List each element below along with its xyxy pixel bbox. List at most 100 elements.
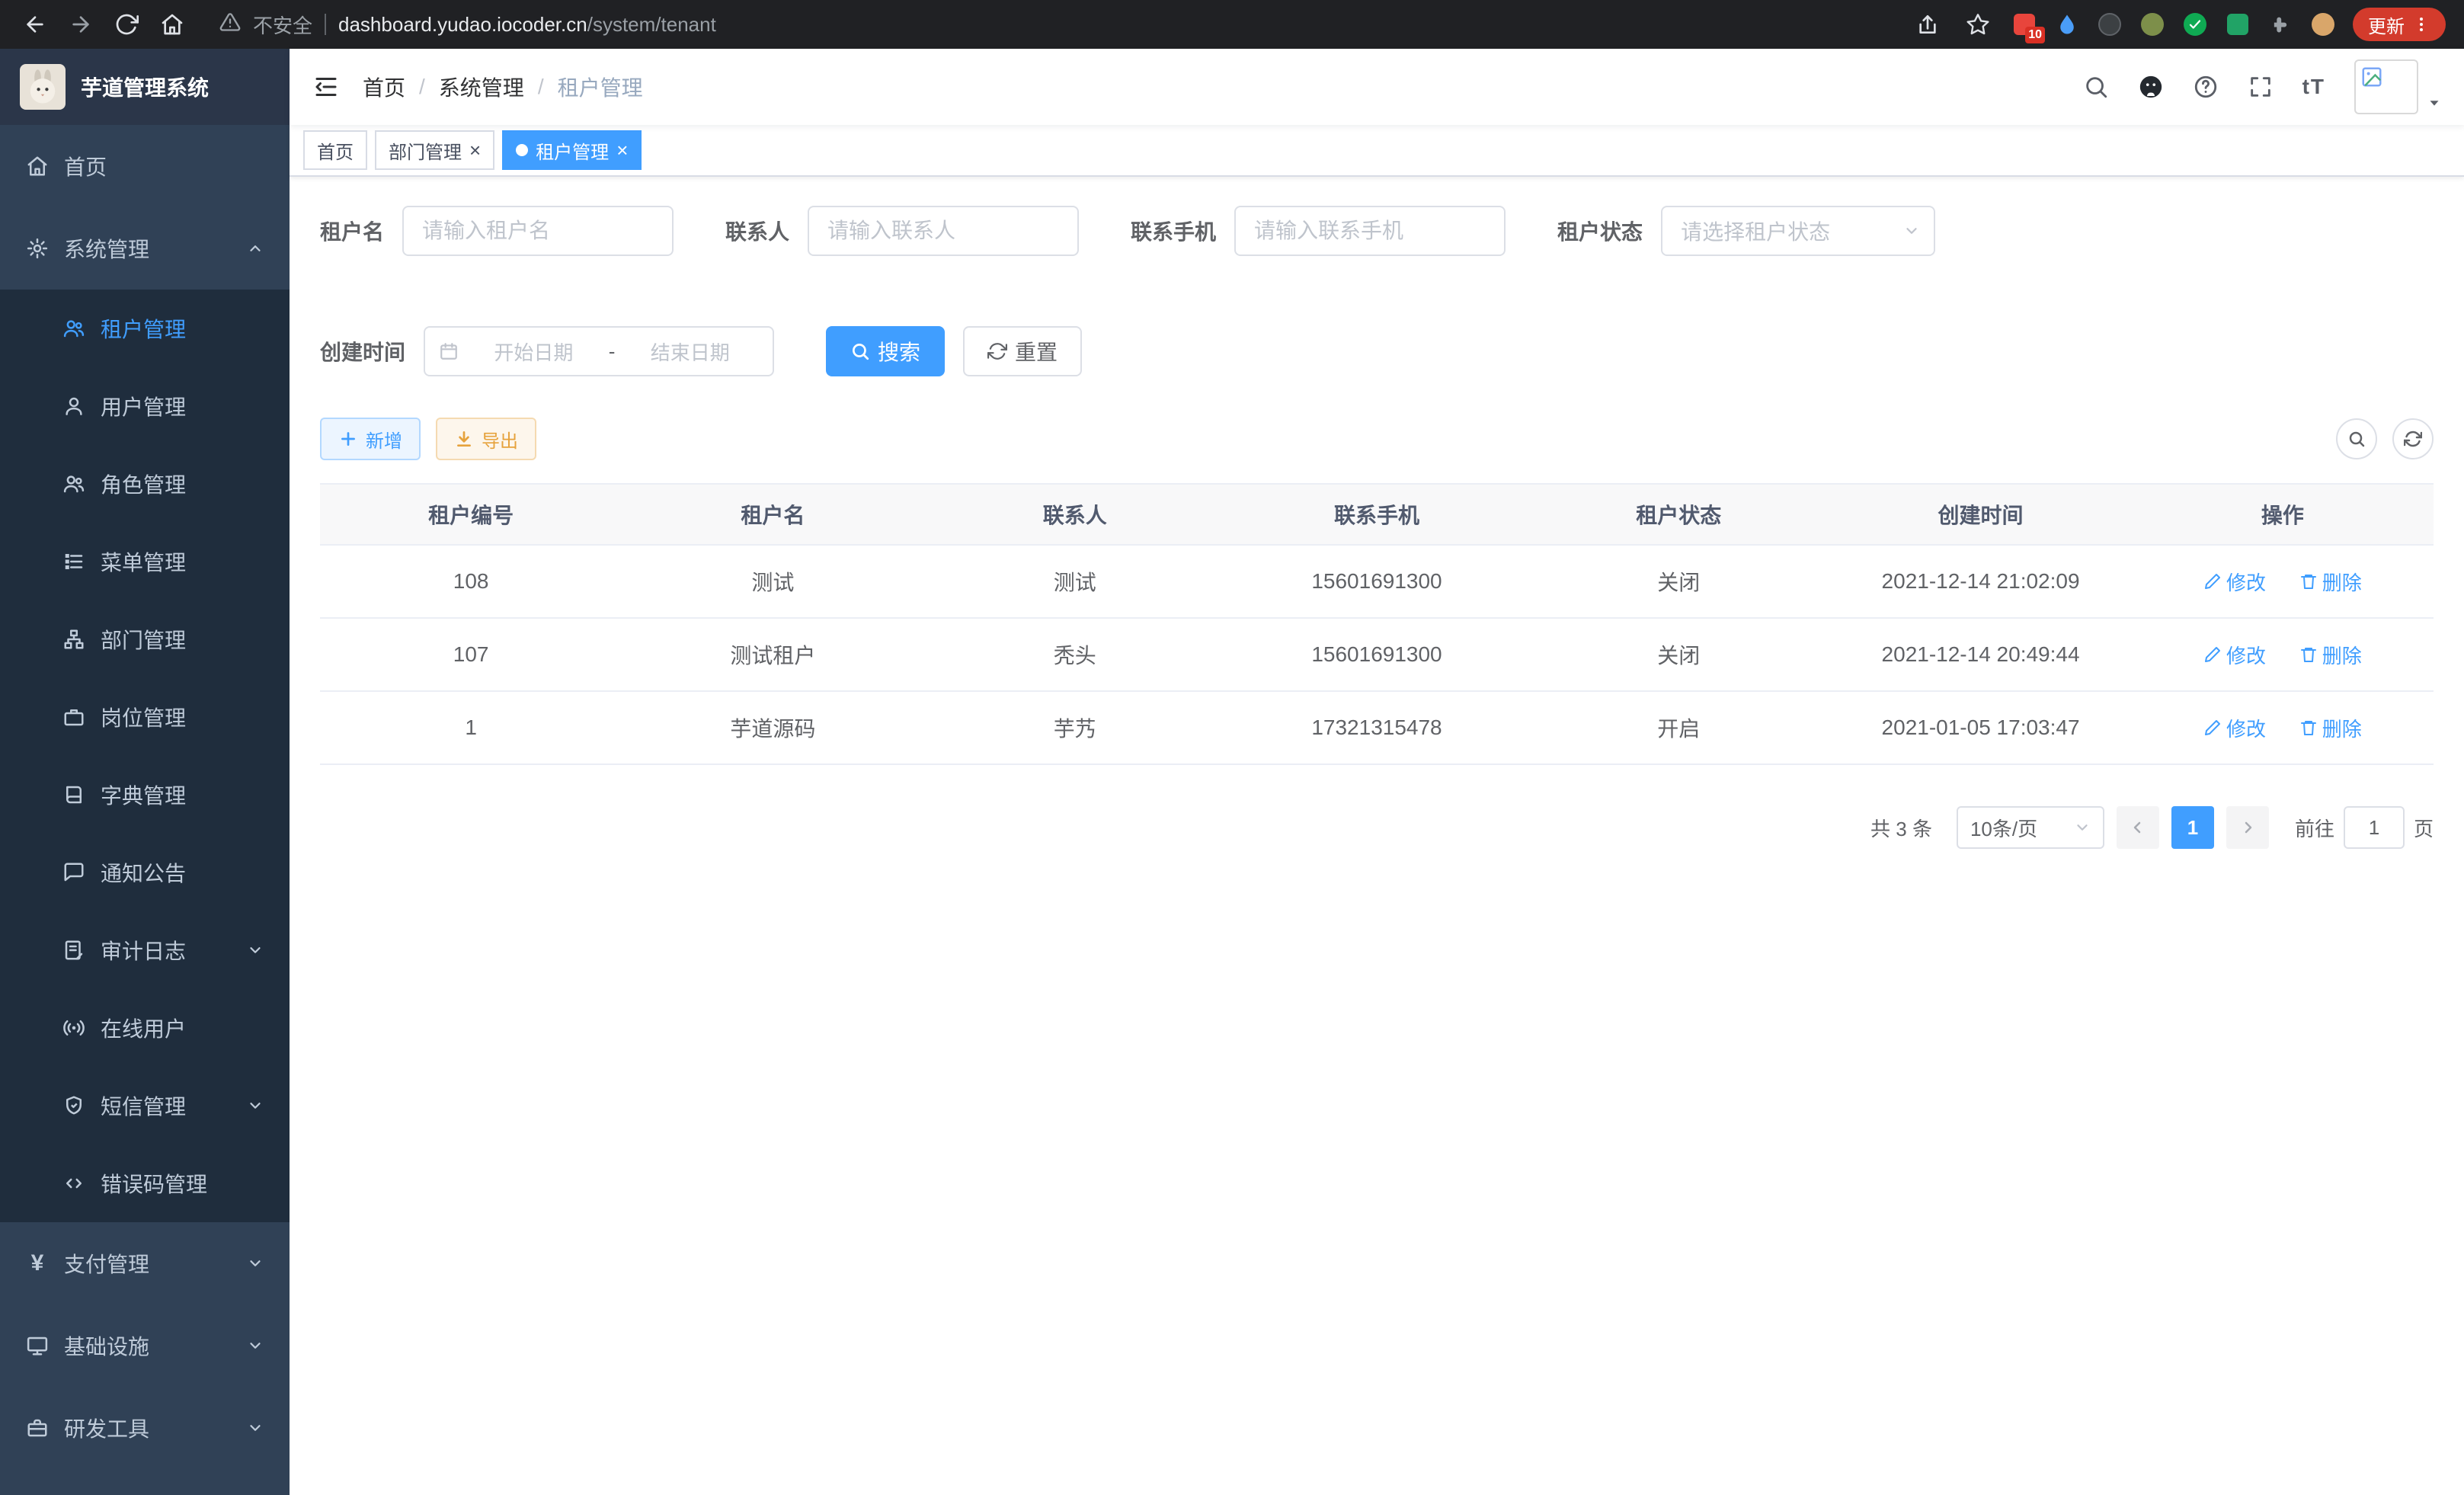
phone-input[interactable] [1234,206,1506,256]
sidebar-item-label: 部门管理 [101,624,186,655]
url-text[interactable]: dashboard.yudao.iocoder.cn/system/tenant [338,13,716,37]
security-label[interactable]: 不安全 [253,11,312,39]
forward-icon[interactable] [61,5,101,44]
sidebar: 芋道管理系统 首页 系统管理 租户管理 [0,49,290,1495]
profile-avatar-icon[interactable] [2310,11,2336,37]
status-select[interactable]: 请选择租户状态 [1661,206,1935,256]
sidebar-item-dept-management[interactable]: 部门管理 [0,600,290,678]
page-unit-label: 页 [2414,814,2434,842]
sidebar-item-notice[interactable]: 通知公告 [0,834,290,911]
delete-label: 删除 [2322,641,2362,669]
sidebar-item-devtools[interactable]: 研发工具 [0,1387,290,1469]
help-icon[interactable] [2193,74,2219,100]
sidebar-item-user-management[interactable]: 用户管理 [0,367,290,445]
edit-button[interactable]: 修改 [2203,568,2266,596]
sidebar-item-errorcode-management[interactable]: 错误码管理 [0,1144,290,1222]
cell-phone: 17321315478 [1226,691,1528,764]
edit-button[interactable]: 修改 [2203,714,2266,742]
tab-tenant-management[interactable]: 租户管理× [502,130,642,170]
cell-created-at: 2021-12-14 21:02:09 [1829,545,2131,618]
sidebar-item-payment[interactable]: ¥ 支付管理 [0,1222,290,1305]
close-icon[interactable]: × [469,140,481,160]
url-bar[interactable]: 不安全 dashboard.yudao.iocoder.cn/system/te… [198,11,1905,39]
tenant-name-input[interactable] [402,206,674,256]
sidebar-item-menu-management[interactable]: 菜单管理 [0,523,290,600]
pencil-icon [2203,719,2222,737]
sidebar-item-audit-log[interactable]: 审计日志 [0,911,290,989]
back-icon[interactable] [15,5,55,44]
update-button[interactable]: 更新 [2353,8,2446,41]
bookmark-star-icon[interactable] [1961,8,1995,41]
chevron-down-icon [247,1420,264,1436]
browser-home-icon[interactable] [152,5,192,44]
toggle-search-button[interactable] [2336,418,2377,459]
hamburger-icon[interactable] [290,73,363,101]
reload-icon[interactable] [107,5,146,44]
delete-label: 删除 [2322,568,2362,596]
sidebar-item-sms-management[interactable]: 短信管理 [0,1067,290,1144]
avatar[interactable] [2354,59,2418,114]
sidebar-menu: 首页 系统管理 租户管理 用户管理 [0,125,290,1495]
extensions-puzzle-icon[interactable] [2267,11,2293,37]
sidebar-item-label: 研发工具 [64,1413,149,1443]
export-button[interactable]: 导出 [436,418,536,460]
extension-icon-6[interactable] [2225,11,2251,37]
goto-page-input[interactable] [2344,806,2405,849]
logo[interactable]: 芋道管理系统 [0,49,290,125]
field-label: 租户状态 [1557,216,1643,246]
sidebar-item-post-management[interactable]: 岗位管理 [0,678,290,756]
delete-button[interactable]: 删除 [2299,714,2362,742]
extension-icon-5[interactable] [2182,11,2208,37]
sidebar-item-role-management[interactable]: 角色管理 [0,445,290,523]
table-row: 1 芋道源码 芋艿 17321315478 开启 2021-01-05 17:0… [320,691,2434,764]
next-page-button[interactable] [2226,806,2269,849]
sidebar-item-online-users[interactable]: 在线用户 [0,989,290,1067]
github-icon[interactable] [2138,74,2164,100]
navbar: 首页 / 系统管理 / 租户管理 tT [290,49,2464,125]
delete-button[interactable]: 删除 [2299,641,2362,669]
prev-page-button[interactable] [2117,806,2159,849]
cell-status: 关闭 [1528,545,1829,618]
chevron-down-icon [247,1097,264,1114]
extension-icon-4[interactable] [2139,11,2165,37]
reset-button[interactable]: 重置 [963,326,1082,376]
sidebar-item-label: 菜单管理 [101,546,186,577]
table-toolbar: 新增 导出 [320,418,2434,460]
sidebar-item-infrastructure[interactable]: 基础设施 [0,1305,290,1387]
refresh-table-button[interactable] [2392,418,2434,459]
date-range-picker[interactable]: 开始日期 - 结束日期 [424,326,774,376]
caret-down-icon[interactable] [2426,94,2443,114]
extension-icon-3[interactable] [2097,11,2123,37]
sidebar-item-label: 审计日志 [101,935,186,965]
navbar-actions: tT [2083,59,2464,114]
sidebar-item-system[interactable]: 系统管理 [0,207,290,290]
contact-input[interactable] [808,206,1079,256]
delete-button[interactable]: 删除 [2299,568,2362,596]
share-icon[interactable] [1911,8,1944,41]
field-label: 联系手机 [1131,216,1216,246]
extension-icon-1[interactable]: 10 [2011,11,2037,37]
tab-dept-management[interactable]: 部门管理 × [375,130,494,170]
page-number-current[interactable]: 1 [2171,806,2214,849]
add-button[interactable]: 新增 [320,418,421,460]
extension-icon-2[interactable] [2054,11,2080,37]
breadcrumb-home[interactable]: 首页 [363,72,405,102]
page-size-select[interactable]: 10条/页 [1957,806,2104,849]
fullscreen-icon[interactable] [2248,74,2274,100]
tab-home[interactable]: 首页 [303,130,367,170]
trash-icon [2299,719,2318,737]
close-icon[interactable]: × [616,140,628,160]
tab-label: 部门管理 [389,137,462,164]
sidebar-item-dict-management[interactable]: 字典管理 [0,756,290,834]
search-icon[interactable] [2083,74,2109,100]
breadcrumb-system[interactable]: 系统管理 [439,72,524,102]
user-menu[interactable] [2354,59,2443,114]
delete-label: 删除 [2322,714,2362,742]
edit-button[interactable]: 修改 [2203,641,2266,669]
sidebar-item-tenant-management[interactable]: 租户管理 [0,290,290,367]
search-button[interactable]: 搜索 [826,326,945,376]
font-size-icon[interactable]: tT [2302,75,2325,99]
plus-icon [338,429,358,449]
sidebar-item-label: 系统管理 [64,233,149,264]
sidebar-item-home[interactable]: 首页 [0,125,290,207]
